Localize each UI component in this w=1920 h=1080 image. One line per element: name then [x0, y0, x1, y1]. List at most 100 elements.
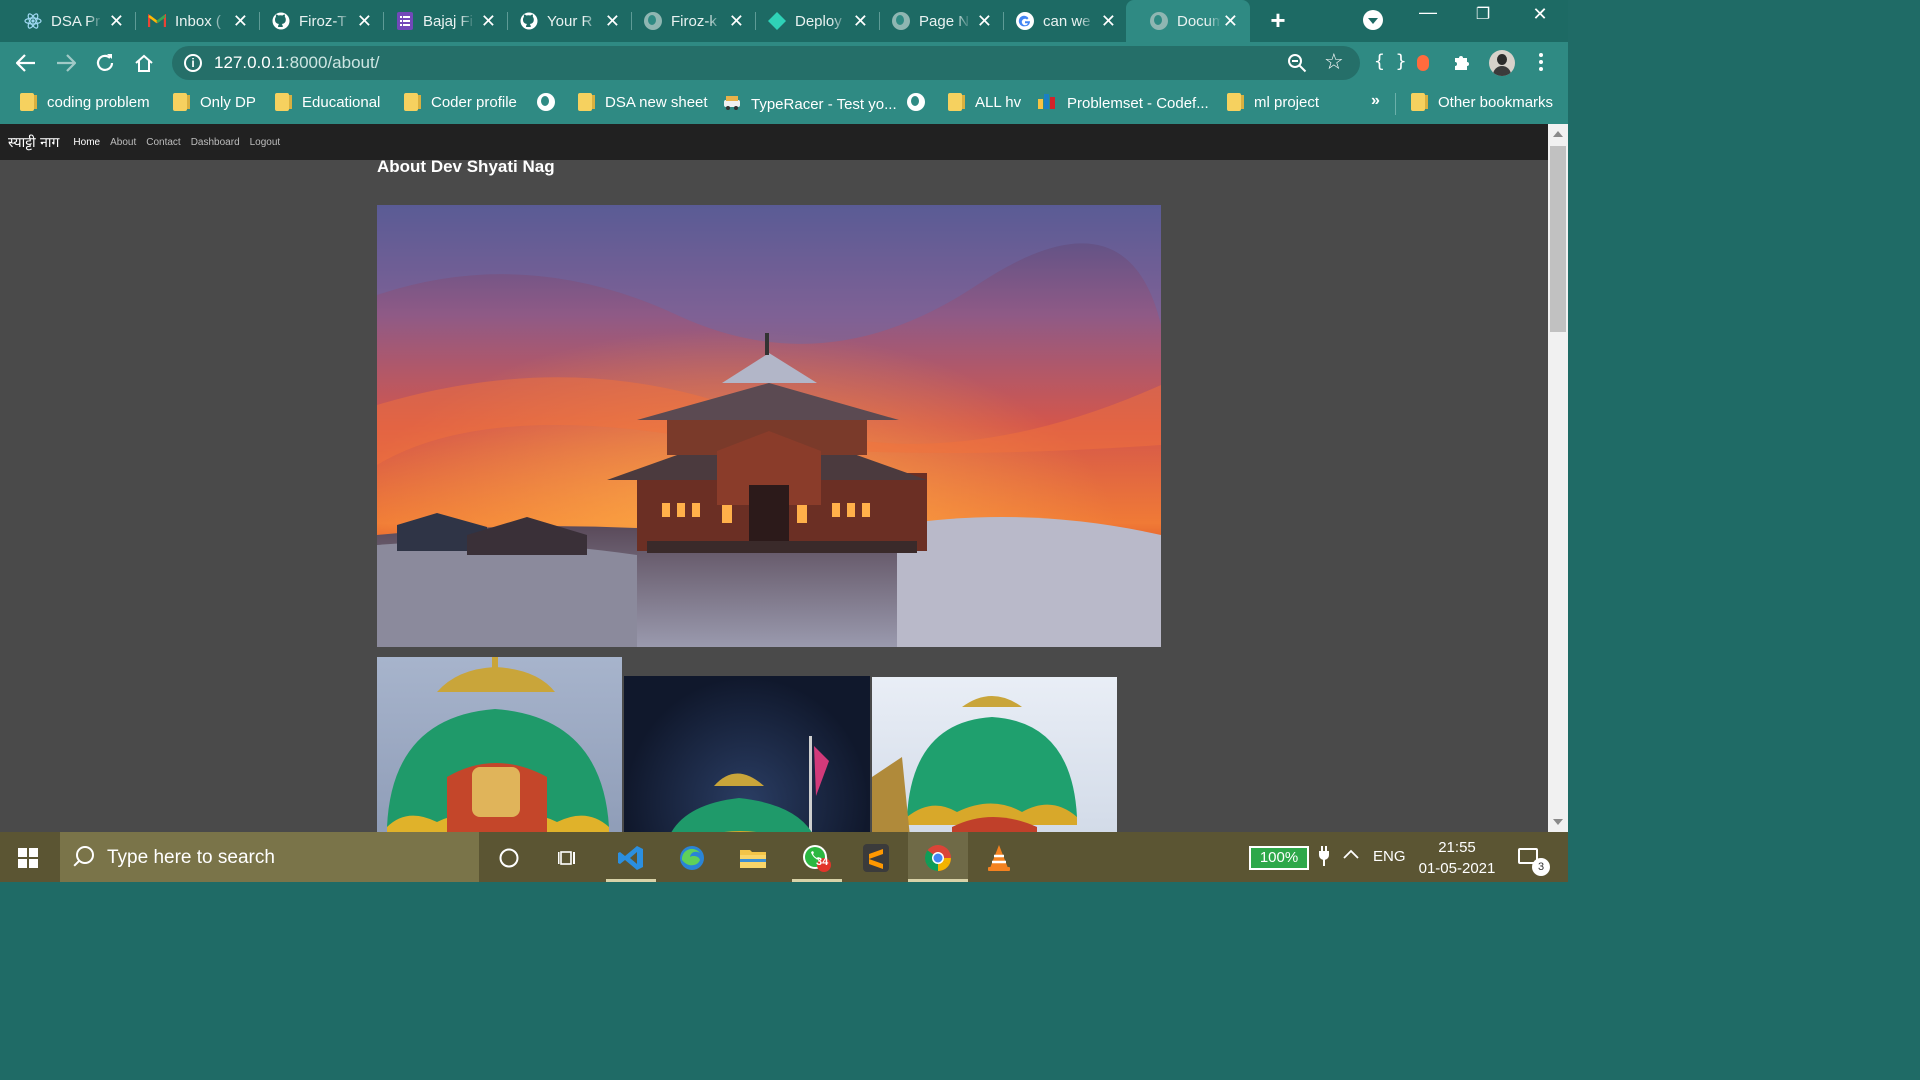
nav-home[interactable]: Home [73, 137, 100, 148]
close-tab-icon[interactable]: ✕ [1101, 12, 1116, 30]
chrome-icon [922, 842, 954, 874]
tab-your-repo[interactable]: Your R ✕ [496, 4, 632, 38]
restore-button[interactable]: ❐ [1468, 4, 1498, 24]
bookmark-coder-profile[interactable]: Coder profile [404, 93, 517, 111]
deploy-icon [768, 12, 786, 30]
menu-kebab-icon[interactable] [1536, 51, 1546, 75]
bookmark-globe-2[interactable] [907, 93, 925, 111]
windows-start-icon[interactable] [18, 848, 38, 868]
home-button[interactable] [132, 51, 156, 75]
whatsapp-badge: 34 [816, 856, 829, 868]
reload-button[interactable] [93, 51, 117, 75]
bookmark-educational[interactable]: Educational [275, 93, 380, 111]
back-button[interactable] [14, 51, 38, 75]
tab-title: Docum [1177, 12, 1221, 30]
clock-time: 21:55 [1438, 839, 1476, 856]
whatsapp-taskbar-button[interactable]: 34 [792, 832, 842, 882]
cortana-icon[interactable] [493, 842, 525, 874]
globe-icon [537, 93, 555, 111]
minimize-button[interactable]: — [1413, 2, 1443, 23]
close-tab-icon[interactable]: ✕ [977, 12, 992, 30]
tab-document-active[interactable]: Docum ✕ [1126, 0, 1250, 42]
tab-google-search[interactable]: can we ✕ [992, 4, 1128, 38]
globe-icon [644, 12, 662, 30]
chrome-taskbar-button[interactable] [908, 832, 968, 882]
new-tab-button[interactable]: + [1266, 7, 1290, 33]
url-text[interactable]: 127.0.0.1:8000/about/ [214, 53, 379, 73]
codeforces-icon [1038, 93, 1056, 113]
profile-avatar[interactable] [1489, 50, 1515, 76]
sublime-text-icon[interactable] [860, 842, 892, 874]
nav-about[interactable]: About [110, 137, 136, 148]
browser-toolbar: i 127.0.0.1:8000/about/ ☆ { } [0, 42, 1568, 84]
notification-center-icon[interactable]: 3 [1518, 848, 1550, 876]
vscode-taskbar-button[interactable] [606, 832, 656, 882]
file-explorer-icon[interactable] [737, 842, 769, 874]
tab-page-n[interactable]: Page N ✕ [868, 4, 1004, 38]
close-tab-icon[interactable]: ✕ [729, 12, 744, 30]
tab-dsa[interactable]: DSA Pr ✕ [0, 4, 136, 38]
forward-arrow-icon [57, 54, 76, 72]
clock-date: 01-05-2021 [1418, 860, 1496, 877]
folder-icon [275, 93, 292, 111]
close-tab-icon[interactable]: ✕ [357, 12, 372, 30]
close-tab-icon[interactable]: ✕ [853, 12, 868, 30]
site-info-icon[interactable]: i [184, 54, 202, 72]
folder-icon [1227, 93, 1244, 111]
show-hidden-icons-chevron-icon[interactable] [1343, 847, 1359, 864]
task-view-icon[interactable] [552, 842, 584, 874]
tab-deploy[interactable]: Deploy ✕ [744, 4, 880, 38]
close-tab-icon[interactable]: ✕ [481, 12, 496, 30]
bookmark-only-dp[interactable]: Only DP [173, 93, 256, 111]
power-plug-icon[interactable] [1318, 846, 1330, 870]
language-indicator[interactable]: ENG [1373, 848, 1406, 865]
other-bookmarks[interactable]: Other bookmarks [1411, 93, 1553, 111]
tab-bajaj[interactable]: Bajaj Fi ✕ [372, 4, 508, 38]
search-placeholder: Type here to search [107, 847, 275, 868]
windows-taskbar: Type here to search 34 100% ENG 21:55 01… [0, 832, 1568, 882]
extension-icon[interactable] [1417, 55, 1429, 71]
tab-title: Bajaj Fi [423, 12, 474, 30]
close-tab-icon[interactable]: ✕ [109, 12, 124, 30]
bookmark-coding-problem[interactable]: coding problem [20, 93, 150, 111]
bookmark-dsa-new-sheet[interactable]: DSA new sheet [578, 93, 708, 111]
battery-indicator[interactable]: 100% [1249, 846, 1309, 870]
forward-button[interactable] [54, 51, 78, 75]
bookmarks-overflow-button[interactable]: » [1371, 92, 1380, 110]
close-window-button[interactable]: ✕ [1525, 4, 1555, 25]
json-viewer-extension-icon[interactable]: { } [1374, 51, 1407, 72]
edge-icon[interactable] [676, 842, 708, 874]
page-scrollbar[interactable] [1548, 124, 1568, 832]
tab-firoz-k[interactable]: Firoz-k ✕ [620, 4, 756, 38]
site-brand[interactable]: स्याट्टी नाग [8, 133, 59, 152]
address-bar[interactable]: i 127.0.0.1:8000/about/ ☆ [172, 46, 1360, 80]
vlc-icon[interactable] [983, 842, 1015, 874]
folder-icon [404, 93, 421, 111]
nav-contact[interactable]: Contact [146, 137, 180, 148]
nav-logout[interactable]: Logout [250, 137, 281, 148]
close-tab-icon[interactable]: ✕ [233, 12, 248, 30]
site-navbar: स्याट्टी नाग Home About Contact Dashboar… [0, 124, 1548, 160]
clock[interactable]: 21:55 01-05-2021 [1418, 837, 1496, 879]
bookmark-typeracer[interactable]: TypeRacer - Test yo... [723, 93, 897, 115]
scroll-up-icon[interactable] [1553, 131, 1563, 137]
close-tab-icon[interactable]: ✕ [605, 12, 620, 30]
bookmark-codeforces[interactable]: Problemset - Codef... [1038, 93, 1209, 113]
close-tab-icon[interactable]: ✕ [1223, 12, 1238, 30]
github-icon [520, 12, 538, 30]
github-icon [272, 12, 290, 30]
bookmark-globe-1[interactable] [537, 93, 555, 111]
folder-icon [20, 93, 37, 111]
bookmark-ml-project[interactable]: ml project [1227, 93, 1319, 111]
zoom-icon[interactable] [1287, 53, 1307, 78]
bookmark-all-hv[interactable]: ALL hv [948, 93, 1021, 111]
tab-firoz-t[interactable]: Firoz-T ✕ [248, 4, 384, 38]
taskbar-search[interactable]: Type here to search [60, 832, 479, 882]
scroll-down-icon[interactable] [1553, 819, 1563, 825]
bookmark-star-icon[interactable]: ☆ [1324, 49, 1344, 75]
tab-search-button[interactable] [1363, 10, 1383, 30]
nav-dashboard[interactable]: Dashboard [191, 137, 240, 148]
tab-inbox[interactable]: Inbox ( ✕ [124, 4, 260, 38]
extensions-puzzle-icon[interactable] [1452, 52, 1472, 77]
scrollbar-thumb[interactable] [1550, 146, 1566, 332]
